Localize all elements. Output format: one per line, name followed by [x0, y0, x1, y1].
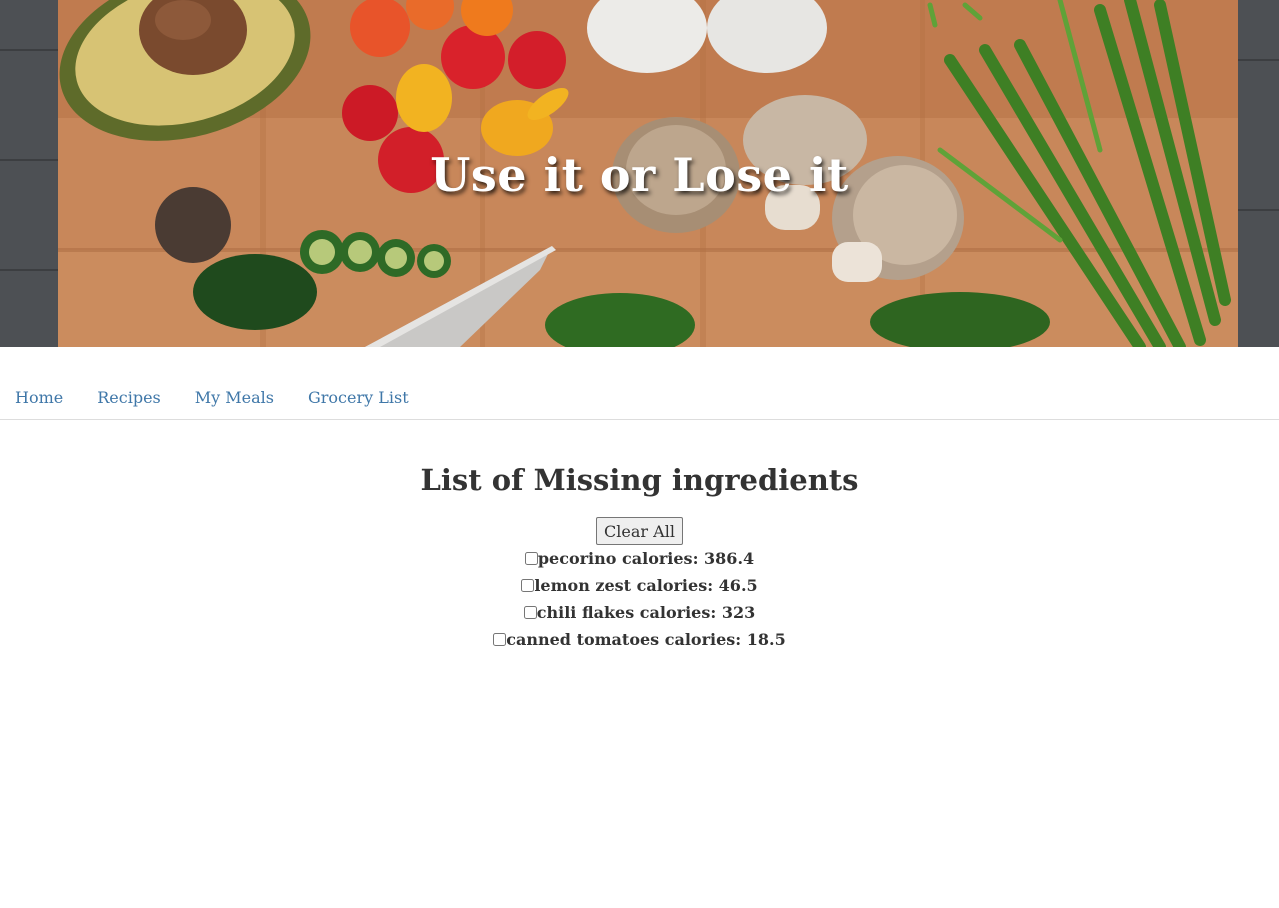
nav-item-my-meals: My Meals	[195, 388, 274, 407]
nav-list: Home Recipes My Meals Grocery List	[15, 388, 443, 407]
page-heading: List of Missing ingredients	[420, 463, 859, 497]
hero-banner: Use it or Lose it	[0, 0, 1279, 347]
ingredient-list: pecorino calories: 386.4 lemon zest calo…	[0, 546, 1279, 654]
ingredient-item: pecorino calories: 386.4	[0, 546, 1279, 573]
site-title: Use it or Lose it	[430, 148, 849, 202]
clear-all-button[interactable]: Clear All	[596, 517, 683, 545]
ingredient-label: chili flakes calories: 323	[536, 603, 756, 622]
ingredient-checkbox[interactable]	[524, 552, 538, 565]
ingredient-item: lemon zest calories: 46.5	[0, 573, 1279, 600]
nav-link-home[interactable]: Home	[15, 388, 63, 407]
ingredient-checkbox[interactable]	[523, 606, 537, 619]
nav-link-my-meals[interactable]: My Meals	[195, 388, 274, 407]
ingredient-label: pecorino calories: 386.4	[537, 549, 755, 568]
nav-link-recipes[interactable]: Recipes	[97, 388, 161, 407]
main-navbar: Home Recipes My Meals Grocery List	[0, 347, 1279, 420]
ingredient-checkbox[interactable]	[521, 579, 535, 592]
ingredient-label: canned tomatoes calories: 18.5	[506, 630, 786, 649]
ingredient-label: lemon zest calories: 46.5	[534, 576, 758, 595]
nav-item-recipes: Recipes	[97, 388, 161, 407]
nav-item-grocery-list: Grocery List	[308, 388, 409, 407]
ingredient-item: canned tomatoes calories: 18.5	[0, 627, 1279, 654]
nav-link-grocery-list[interactable]: Grocery List	[308, 388, 409, 407]
nav-item-home: Home	[15, 388, 63, 407]
ingredient-checkbox[interactable]	[493, 633, 507, 646]
grocery-content: List of Missing ingredients Clear All pe…	[0, 421, 1279, 654]
ingredient-item: chili flakes calories: 323	[0, 600, 1279, 627]
